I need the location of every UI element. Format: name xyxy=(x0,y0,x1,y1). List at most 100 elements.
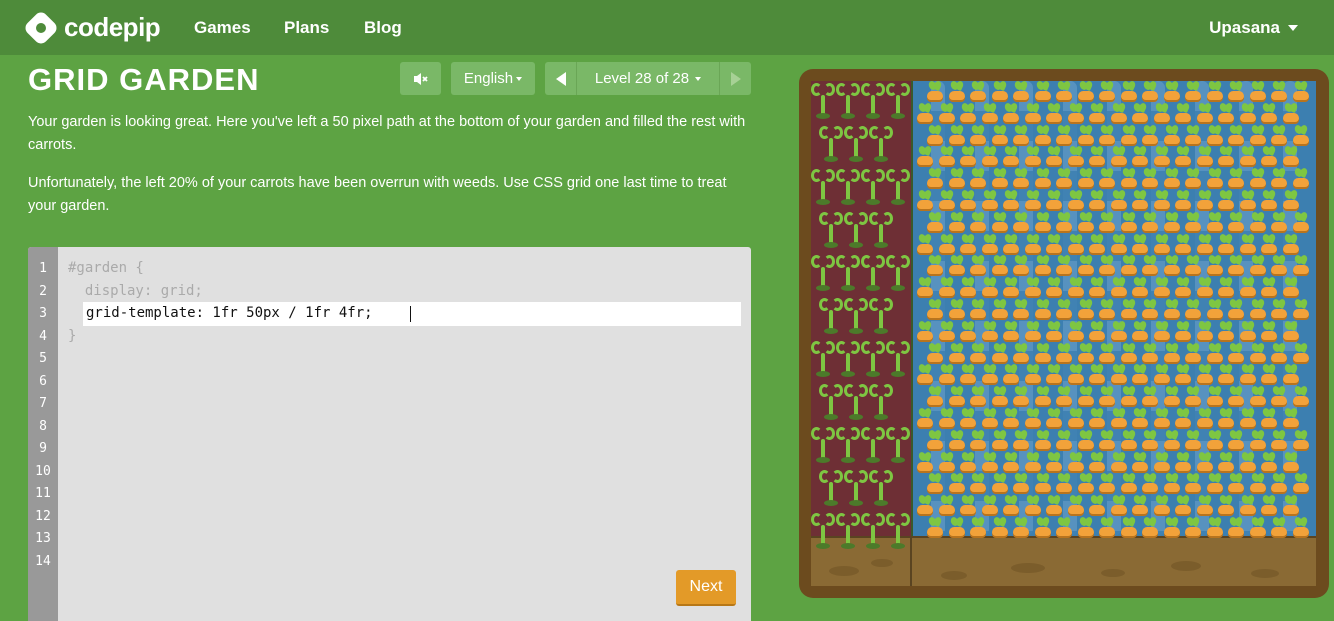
carrot-icon xyxy=(1022,234,1044,256)
level-dropdown[interactable]: Level 28 of 28 xyxy=(577,62,719,95)
nav-link-games[interactable]: Games xyxy=(194,18,251,38)
carrot-icon xyxy=(1010,343,1032,365)
carrot-icon xyxy=(1182,473,1204,495)
carrot-icon xyxy=(1215,408,1237,430)
carrot-icon xyxy=(1151,277,1173,299)
carrot-icon xyxy=(979,277,1001,299)
code-line-2: display: grid; xyxy=(68,283,203,299)
carrot-icon xyxy=(1161,473,1183,495)
carrot-icon xyxy=(1204,212,1226,234)
carrot-icon xyxy=(1108,103,1130,125)
carrot-icon xyxy=(1204,125,1226,147)
carrot-icon xyxy=(1096,255,1118,277)
brand-logo[interactable]: codepip xyxy=(22,9,161,46)
carrot-icon xyxy=(989,299,1011,321)
carrot-icon xyxy=(1237,190,1259,212)
carrot-icon xyxy=(1000,364,1022,386)
carrot-icon xyxy=(1129,277,1151,299)
carrot-icon xyxy=(1280,408,1302,430)
carrot-icon xyxy=(979,364,1001,386)
next-button[interactable]: Next xyxy=(676,570,736,606)
carrot-icon xyxy=(1237,103,1259,125)
carrot-icon xyxy=(1182,125,1204,147)
carrot-icon xyxy=(1280,103,1302,125)
carrot-icon xyxy=(1225,299,1247,321)
nav-link-blog[interactable]: Blog xyxy=(364,18,402,38)
carrot-icon xyxy=(1118,212,1140,234)
weed-icon xyxy=(844,124,868,164)
carrot-icon xyxy=(924,81,946,103)
column-divider xyxy=(911,81,913,536)
carrot-icon xyxy=(1108,452,1130,474)
nav-link-plans[interactable]: Plans xyxy=(284,18,329,38)
carrot-icon xyxy=(924,125,946,147)
weed-icon xyxy=(836,81,860,121)
carrot-icon xyxy=(1118,343,1140,365)
carrot-icon xyxy=(1139,517,1161,539)
carrot-icon xyxy=(936,495,958,517)
language-select[interactable]: English xyxy=(451,62,535,95)
carrot-icon xyxy=(1065,321,1087,343)
carrot-icon xyxy=(979,495,1001,517)
carrot-icon xyxy=(1053,473,1075,495)
carrot-icon xyxy=(1280,277,1302,299)
path-stone xyxy=(1101,569,1125,577)
line-number: 12 xyxy=(35,509,51,524)
carrot-icon xyxy=(1032,168,1054,190)
carrot-icon xyxy=(1204,299,1226,321)
carrot-icon xyxy=(914,146,936,168)
css-input-field[interactable]: grid-template: 1fr 50px / 1fr 4fr; xyxy=(83,302,741,326)
carrot-icon xyxy=(967,343,989,365)
carrot-icon xyxy=(979,321,1001,343)
carrot-icon xyxy=(1096,430,1118,452)
user-menu[interactable]: Upasana xyxy=(1209,18,1298,38)
carrot-icon xyxy=(1032,299,1054,321)
carrot-icon xyxy=(1129,103,1151,125)
carrot-icon xyxy=(936,452,958,474)
mute-icon xyxy=(413,72,428,85)
carrot-icon xyxy=(1151,364,1173,386)
level-label: Level 28 of 28 xyxy=(594,70,690,87)
carrot-icon xyxy=(1204,386,1226,408)
carrot-icon xyxy=(1086,190,1108,212)
carrot-icon xyxy=(1280,190,1302,212)
line-number: 11 xyxy=(35,486,51,501)
carrot-icon xyxy=(1151,146,1173,168)
carrot-icon xyxy=(1172,495,1194,517)
weed-icon xyxy=(844,296,868,336)
line-number: 10 xyxy=(35,464,51,479)
carrot-icon xyxy=(1247,386,1269,408)
weed-icon xyxy=(836,167,860,207)
carrot-icon xyxy=(1237,495,1259,517)
carrot-icon xyxy=(1237,321,1259,343)
carrot-icon xyxy=(1000,146,1022,168)
line-number: 1 xyxy=(39,261,47,276)
carrot-icon xyxy=(979,146,1001,168)
carrot-icon xyxy=(1268,125,1290,147)
carrot-icon xyxy=(914,364,936,386)
carrot-icon xyxy=(967,255,989,277)
carrot-icon xyxy=(1065,408,1087,430)
carrot-icon xyxy=(1022,321,1044,343)
carrot-icon xyxy=(1075,125,1097,147)
carrot-icon xyxy=(1225,386,1247,408)
carrot-icon xyxy=(1032,430,1054,452)
carrot-icon xyxy=(1290,430,1312,452)
carrot-icon xyxy=(1075,81,1097,103)
prev-level-button[interactable] xyxy=(545,62,577,95)
mute-button[interactable] xyxy=(400,62,441,95)
carrot-icon xyxy=(1161,255,1183,277)
instruction-paragraph-1: Your garden is looking great. Here you'v… xyxy=(28,114,746,153)
carrot-icon xyxy=(914,277,936,299)
carrot-icon xyxy=(1010,473,1032,495)
carrot-icon xyxy=(1032,125,1054,147)
next-level-button[interactable] xyxy=(719,62,751,95)
weed-icon xyxy=(844,210,868,250)
carrot-icon xyxy=(1118,299,1140,321)
carrot-icon xyxy=(1065,103,1087,125)
carrot-icon xyxy=(936,103,958,125)
carrot-icon xyxy=(914,321,936,343)
carrot-icon xyxy=(1022,146,1044,168)
carrot-icon xyxy=(1139,212,1161,234)
level-navigator: Level 28 of 28 xyxy=(545,62,751,95)
